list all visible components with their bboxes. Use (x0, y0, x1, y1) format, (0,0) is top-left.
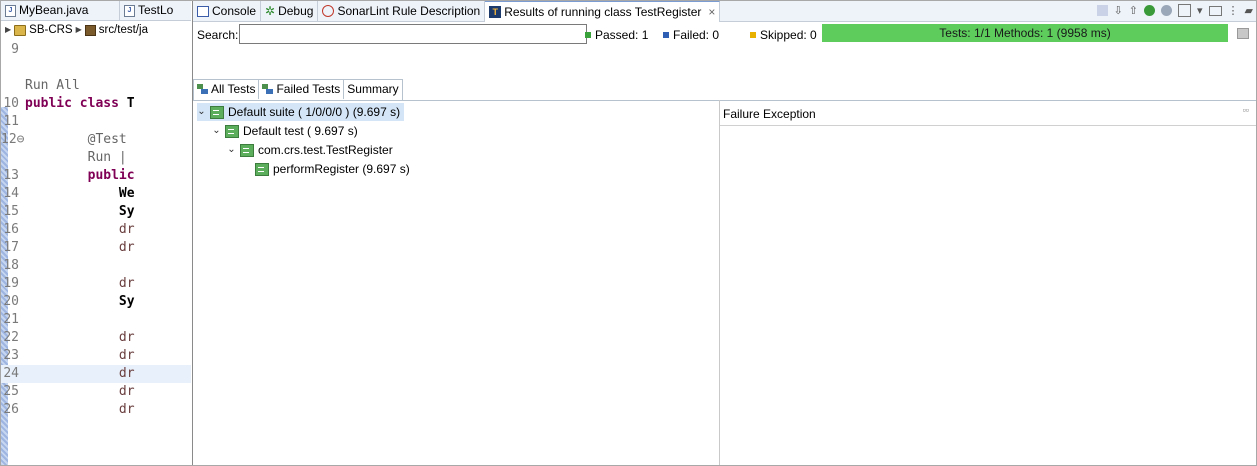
code-line-current: 24 dr (1, 365, 191, 383)
editor-tab-testlogin[interactable]: J TestLo (120, 1, 183, 20)
code-lens-run-all[interactable]: Run All (1, 77, 191, 95)
failure-exception-header: Failure Exception ▫▫ (720, 100, 1256, 126)
tab-failed-tests[interactable]: Failed Tests (259, 80, 345, 99)
chevron-down-icon[interactable]: ⌄ (212, 122, 221, 140)
close-icon[interactable]: × (708, 2, 715, 22)
code-line: 10 public class T (3, 96, 135, 111)
code-lens-run[interactable]: Run | (1, 149, 191, 167)
code-line: 19 dr (3, 276, 135, 291)
chevron-right-icon[interactable]: ▶ (5, 21, 11, 39)
view-toolbar: ⇩ ⇧ ▾ ⋮ ▰ (1096, 4, 1253, 17)
code-line: 26 dr (3, 402, 135, 417)
failure-exception-title: Failure Exception (723, 107, 816, 121)
pane-splitter[interactable] (719, 100, 720, 465)
sonarlint-icon (322, 5, 335, 17)
class-icon (240, 143, 254, 157)
debug-bug-icon: ✲ (265, 4, 276, 18)
code-line: 20 Sy (3, 294, 135, 309)
tab-testng-results[interactable]: T Results of running class TestRegister … (485, 1, 721, 22)
rerun-icon[interactable] (1144, 5, 1155, 16)
tab-debug[interactable]: ✲ Debug (261, 1, 319, 21)
tab-sonarlint-rule[interactable]: SonarLint Rule Description (318, 1, 486, 21)
tree-node-default-test[interactable]: ⌄ Default test ( 9.697 s) (212, 122, 357, 140)
code-line: 12⊖ @Test (1, 132, 127, 147)
maximize-icon[interactable]: ▰ (1245, 4, 1253, 17)
code-line: 16 dr (3, 222, 135, 237)
code-line: 22 dr (3, 330, 135, 345)
tab-console[interactable]: Console (193, 1, 262, 21)
next-failure-icon[interactable]: ⇩ (1114, 4, 1123, 17)
history-icon[interactable] (1178, 4, 1191, 17)
progress-bar: Tests: 1/1 Methods: 1 (9958 ms) (822, 24, 1228, 42)
view-menu-icon[interactable]: ⋮ (1228, 4, 1239, 17)
tree-node-test-method[interactable]: performRegister (9.697 s) (255, 160, 410, 178)
minimize-icon[interactable] (1208, 5, 1222, 16)
results-view: Console ✲ Debug SonarLint Rule Descripti… (192, 1, 1256, 465)
code-line: 17 dr (3, 240, 135, 255)
chevron-down-icon[interactable]: ⌄ (227, 141, 236, 159)
search-label: Search: (197, 28, 239, 42)
code-line: 23 dr (3, 348, 135, 363)
search-input[interactable] (239, 24, 587, 44)
java-file-icon: J (5, 4, 16, 17)
testng-icon: T (489, 6, 502, 18)
console-icon (197, 5, 209, 17)
java-file-icon: J (124, 4, 135, 17)
failed-icon (663, 32, 669, 38)
ide-window: J MyBean.java J TestLo ▶ SB-CRS ▶ src/te… (0, 0, 1257, 466)
code-line: 25 dr (3, 384, 135, 399)
editor-tab-label: MyBean.java (19, 3, 89, 17)
suite-icon (210, 105, 224, 119)
results-subtabs: All Tests Failed Tests Summary (193, 79, 403, 100)
rerun-failed-icon[interactable] (1161, 5, 1172, 16)
breadcrumb-project[interactable]: SB-CRS (29, 21, 72, 39)
hierarchy-icon (262, 84, 274, 95)
tree-node-test-class[interactable]: ⌄ com.crs.test.TestRegister (227, 141, 392, 159)
skipped-icon (750, 32, 756, 38)
view-corner-icon (1237, 28, 1249, 39)
progress-text: Tests: 1/1 Methods: 1 (9958 ms) (939, 26, 1111, 40)
code-line: 11 (3, 114, 19, 129)
passed-icon (585, 32, 591, 38)
failed-count: Failed: 0 (663, 28, 719, 42)
project-icon (14, 24, 27, 36)
hierarchy-icon (197, 84, 209, 95)
code-line: 9 (11, 42, 19, 57)
code-line: 13 public (3, 168, 135, 183)
method-icon (255, 162, 269, 176)
skipped-count: Skipped: 0 (750, 28, 817, 42)
breadcrumb-folder[interactable]: src/test/ja (99, 21, 148, 39)
breadcrumb: ▶ SB-CRS ▶ src/test/ja (1, 21, 195, 39)
editor-tab-bar: J MyBean.java J TestLo (1, 1, 191, 21)
code-line: 15 Sy (3, 204, 135, 219)
test-tree[interactable]: ⌄ Default suite ( 1/0/0/0 ) (9.697 s) ⌄ … (193, 100, 719, 465)
chevron-down-icon[interactable]: ▾ (1197, 4, 1203, 17)
previous-failure-icon[interactable]: ⇧ (1129, 4, 1138, 17)
passed-count: Passed: 1 (585, 28, 648, 42)
chevron-right-icon: ▶ (75, 25, 82, 34)
code-editor[interactable]: 9 Run All 10 public class T 11 12⊖ @Test … (1, 41, 191, 465)
editor-tab-label: TestLo (138, 3, 174, 17)
test-icon (225, 124, 239, 138)
tab-summary[interactable]: Summary (344, 80, 401, 99)
results-toolbar: Search: Passed: 1 Failed: 0 Skipped: 0 T… (193, 22, 1256, 46)
tab-all-tests[interactable]: All Tests (194, 80, 260, 99)
chevron-down-icon[interactable]: ⌄ (197, 103, 206, 121)
code-line: 21 (3, 312, 19, 327)
code-line: 18 (3, 258, 19, 273)
export-icon[interactable] (1096, 5, 1108, 16)
code-line: 14 We (3, 186, 135, 201)
maximize-pane-icon[interactable]: ▫▫ (1243, 105, 1249, 115)
editor-tab-mybean[interactable]: J MyBean.java (1, 1, 120, 20)
tree-node-default-suite[interactable]: ⌄ Default suite ( 1/0/0/0 ) (9.697 s) (197, 103, 405, 121)
source-folder-icon (84, 24, 96, 36)
view-tab-bar: Console ✲ Debug SonarLint Rule Descripti… (193, 1, 1256, 22)
